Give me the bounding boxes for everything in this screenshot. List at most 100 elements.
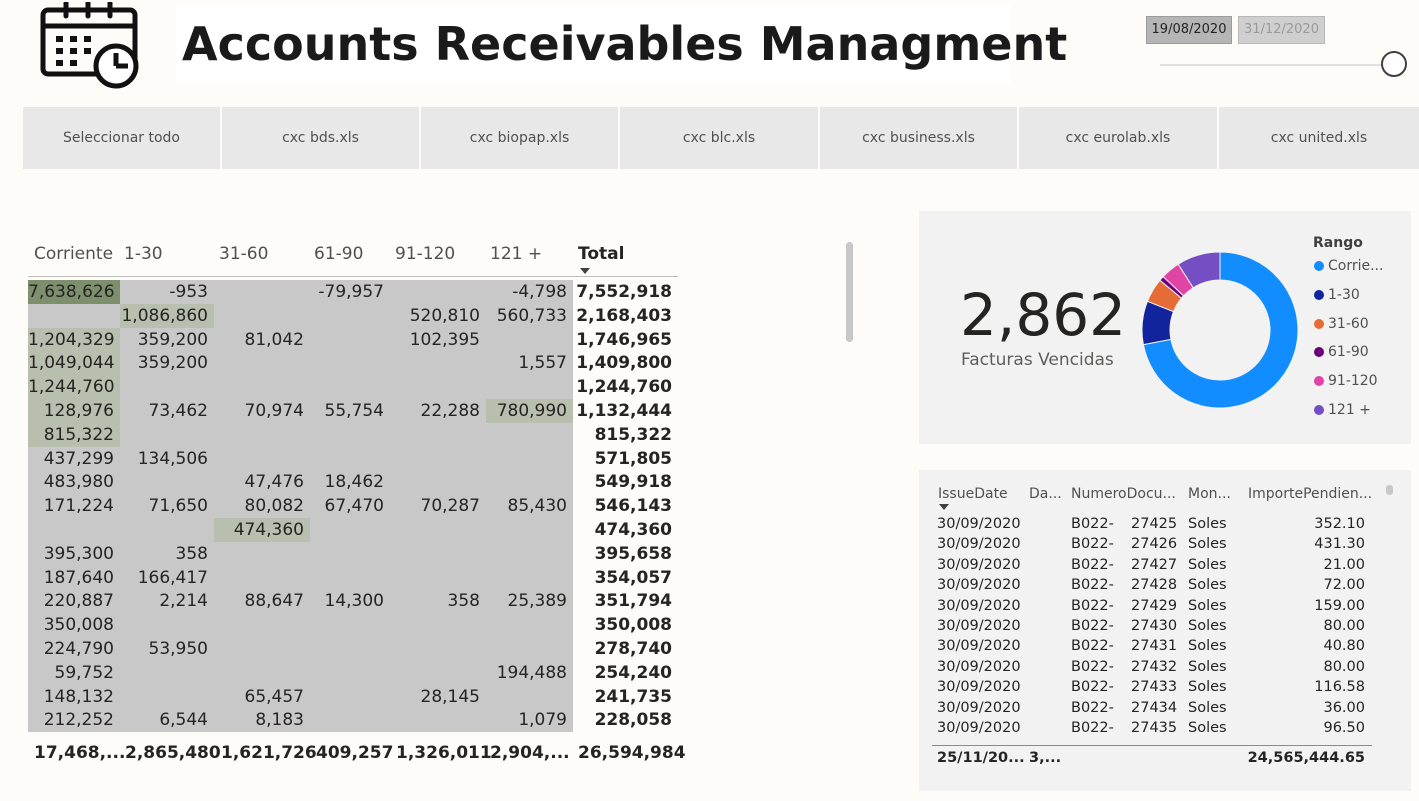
matrix-cell[interactable] bbox=[214, 446, 310, 471]
matrix-cell[interactable] bbox=[390, 375, 486, 399]
matrix-cell[interactable]: 395,658 bbox=[573, 542, 678, 566]
matrix-cell[interactable]: 1,409,800 bbox=[573, 351, 678, 375]
slicer-item-united[interactable]: cxc united.xls bbox=[1219, 107, 1419, 169]
matrix-cell[interactable]: 483,980 bbox=[28, 470, 120, 495]
date-end-input[interactable]: 31/12/2020 bbox=[1238, 16, 1325, 44]
inv-header-date[interactable]: Da... bbox=[1029, 486, 1062, 502]
matrix-cell[interactable]: -953 bbox=[120, 280, 214, 304]
matrix-cell[interactable]: 560,733 bbox=[486, 303, 573, 328]
matrix-cell[interactable]: 241,735 bbox=[573, 685, 678, 709]
table-row[interactable]: 30/09/2020 B022- 27432 Soles 80.00 bbox=[919, 657, 1369, 677]
table-row[interactable]: 7,638,626 -953 -79,957 -4,798 7,552,918 bbox=[28, 280, 678, 304]
matrix-cell[interactable]: 25,389 bbox=[486, 589, 573, 614]
table-row[interactable]: 220,887 2,214 88,647 14,300 358 25,389 351,794 bbox=[28, 589, 678, 614]
matrix-cell[interactable]: 85,430 bbox=[486, 494, 573, 518]
matrix-cell[interactable]: 81,042 bbox=[214, 327, 310, 352]
matrix-cell[interactable]: 350,008 bbox=[573, 613, 678, 637]
matrix-cell[interactable]: 351,794 bbox=[573, 589, 678, 613]
matrix-cell[interactable] bbox=[390, 470, 486, 495]
table-row[interactable]: 212,252 6,544 8,183 1,079 228,058 bbox=[28, 708, 678, 733]
table-row[interactable]: 815,322 815,322 bbox=[28, 422, 678, 447]
matrix-cell[interactable] bbox=[214, 422, 310, 447]
matrix-cell[interactable] bbox=[486, 565, 573, 590]
matrix-cell[interactable]: 1,244,760 bbox=[28, 375, 120, 399]
matrix-cell[interactable] bbox=[310, 708, 390, 733]
matrix-cell[interactable]: 18,462 bbox=[310, 470, 390, 495]
matrix-header-121-plus[interactable]: 121 + bbox=[490, 244, 542, 264]
matrix-header-corriente[interactable]: Corriente bbox=[34, 244, 113, 264]
matrix-cell[interactable] bbox=[310, 565, 390, 590]
matrix-cell[interactable] bbox=[486, 470, 573, 495]
slicer-item-select-all[interactable]: Seleccionar todo bbox=[23, 107, 220, 169]
table-row[interactable]: 30/09/2020 B022- 27434 Soles 36.00 bbox=[919, 698, 1369, 718]
matrix-cell[interactable] bbox=[486, 518, 573, 542]
matrix-cell[interactable] bbox=[310, 303, 390, 328]
inv-header-numero[interactable]: NumeroDocu... bbox=[1071, 486, 1176, 502]
matrix-cell[interactable]: 1,746,965 bbox=[573, 328, 678, 352]
table-row[interactable]: 30/09/2020 B022- 27430 Soles 80.00 bbox=[919, 616, 1369, 636]
table-row[interactable]: 30/09/2020 B022- 27427 Soles 21.00 bbox=[919, 555, 1369, 575]
matrix-cell[interactable]: -79,957 bbox=[310, 280, 390, 304]
matrix-cell[interactable] bbox=[486, 541, 573, 566]
matrix-cell[interactable] bbox=[120, 518, 214, 542]
table-row[interactable]: 437,299 134,506 571,805 bbox=[28, 446, 678, 471]
matrix-cell[interactable]: 358 bbox=[390, 589, 486, 614]
matrix-cell[interactable]: 254,240 bbox=[573, 661, 678, 685]
matrix-cell[interactable] bbox=[214, 565, 310, 590]
matrix-cell[interactable]: 220,887 bbox=[28, 589, 120, 614]
matrix-cell[interactable] bbox=[486, 613, 573, 637]
matrix-cell[interactable] bbox=[120, 613, 214, 637]
slicer-item-bds[interactable]: cxc bds.xls bbox=[222, 107, 419, 169]
matrix-cell[interactable]: 14,300 bbox=[310, 589, 390, 614]
matrix-cell[interactable]: 55,754 bbox=[310, 399, 390, 423]
matrix-cell[interactable] bbox=[120, 660, 214, 685]
legend-item[interactable]: Corrie... bbox=[1314, 258, 1383, 274]
matrix-cell[interactable] bbox=[310, 684, 390, 709]
matrix-cell[interactable] bbox=[486, 446, 573, 471]
matrix-cell[interactable] bbox=[310, 660, 390, 685]
matrix-cell[interactable] bbox=[390, 660, 486, 685]
matrix-cell[interactable]: 102,395 bbox=[390, 327, 486, 352]
matrix-cell[interactable] bbox=[214, 303, 310, 328]
matrix-cell[interactable]: 571,805 bbox=[573, 447, 678, 471]
table-row[interactable]: 30/09/2020 B022- 27425 Soles 352.10 bbox=[919, 514, 1369, 534]
matrix-cell[interactable]: 88,647 bbox=[214, 589, 310, 614]
table-row[interactable]: 483,980 47,476 18,462 549,918 bbox=[28, 470, 678, 495]
table-row[interactable]: 30/09/2020 B022- 27428 Soles 72.00 bbox=[919, 575, 1369, 595]
matrix-cell[interactable] bbox=[120, 470, 214, 495]
matrix-cell[interactable] bbox=[310, 613, 390, 637]
matrix-cell[interactable] bbox=[390, 637, 486, 661]
slicer-item-biopap[interactable]: cxc biopap.xls bbox=[421, 107, 618, 169]
matrix-cell[interactable]: 7,638,626 bbox=[28, 280, 120, 304]
matrix-cell[interactable]: 359,200 bbox=[120, 351, 214, 376]
matrix-header-31-60[interactable]: 31-60 bbox=[219, 244, 268, 264]
inv-header-moneda[interactable]: Mon... bbox=[1188, 486, 1231, 502]
matrix-cell[interactable]: 1,557 bbox=[486, 351, 573, 376]
matrix-cell[interactable]: 59,752 bbox=[28, 660, 120, 685]
matrix-cell[interactable]: 278,740 bbox=[573, 637, 678, 661]
matrix-cell[interactable]: 1,204,329 bbox=[28, 327, 120, 352]
matrix-cell[interactable] bbox=[486, 637, 573, 661]
matrix-cell[interactable]: 549,918 bbox=[573, 470, 678, 494]
matrix-cell[interactable]: 194,488 bbox=[486, 660, 573, 685]
table-row[interactable]: 224,790 53,950 278,740 bbox=[28, 637, 678, 661]
matrix-cell[interactable]: 67,470 bbox=[310, 494, 390, 518]
table-row[interactable]: 30/09/2020 B022- 27426 Soles 431.30 bbox=[919, 534, 1369, 554]
table-row[interactable]: 395,300 358 395,658 bbox=[28, 541, 678, 566]
matrix-cell[interactable]: -4,798 bbox=[486, 280, 573, 304]
matrix-cell[interactable] bbox=[28, 518, 120, 542]
matrix-cell[interactable]: 28,145 bbox=[390, 684, 486, 709]
matrix-cell[interactable] bbox=[120, 422, 214, 447]
table-row[interactable]: 148,132 65,457 28,145 241,735 bbox=[28, 684, 678, 709]
matrix-cell[interactable] bbox=[390, 541, 486, 566]
matrix-cell[interactable] bbox=[28, 303, 120, 328]
matrix-cell[interactable] bbox=[390, 280, 486, 304]
matrix-header-total[interactable]: Total bbox=[578, 244, 624, 264]
matrix-scrollbar[interactable] bbox=[846, 242, 853, 342]
matrix-header-91-120[interactable]: 91-120 bbox=[395, 244, 455, 264]
matrix-cell[interactable]: 520,810 bbox=[390, 303, 486, 328]
matrix-cell[interactable]: 8,183 bbox=[214, 708, 310, 733]
matrix-cell[interactable] bbox=[390, 613, 486, 637]
matrix-cell[interactable]: 815,322 bbox=[28, 422, 120, 447]
table-row[interactable]: 350,008 350,008 bbox=[28, 613, 678, 637]
